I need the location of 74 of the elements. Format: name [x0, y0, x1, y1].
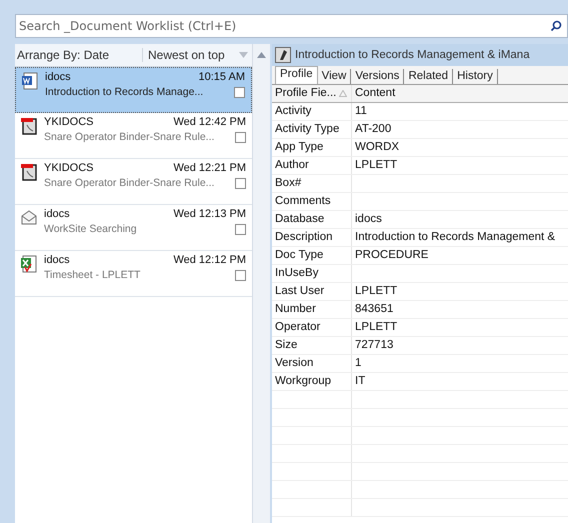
- item-source: idocs: [44, 254, 70, 266]
- field-value: PROCEDURE: [355, 249, 428, 261]
- field-value: LPLETT: [355, 159, 398, 171]
- field-name: Author: [272, 157, 352, 174]
- tab[interactable]: View: [318, 69, 352, 84]
- scroll-up-icon[interactable]: [257, 52, 266, 58]
- field-name: Box#: [272, 175, 352, 192]
- flag-checkbox[interactable]: [235, 270, 246, 280]
- item-time: 10:15 AM: [198, 71, 245, 83]
- field-name: Activity Type: [272, 121, 352, 138]
- document-item[interactable]: idocs 10:15 AM Introduction to Records Manage...: [15, 67, 252, 113]
- field-value: LPLETT: [355, 321, 398, 333]
- item-time: Wed 12:42 PM: [173, 116, 246, 128]
- item-source: YKIDOCS: [44, 116, 94, 128]
- item-title: Introduction to Records Manage...: [45, 86, 204, 98]
- item-source: idocs: [44, 208, 70, 220]
- field-value: 843651: [355, 303, 394, 315]
- column-header[interactable]: Content: [352, 85, 568, 102]
- item-title: Snare Operator Binder-Snare Rule...: [44, 131, 214, 143]
- arrange-by-label[interactable]: Arrange By: Date: [15, 48, 143, 62]
- field-value: LPLETT: [355, 285, 398, 297]
- item-title: Timesheet - LPLETT: [44, 269, 140, 281]
- document-item[interactable]: idocs Wed 12:12 PM Timesheet - LPLETT: [15, 251, 252, 297]
- field-value: AT-200: [355, 123, 392, 135]
- field-name: Description: [272, 229, 352, 246]
- preview-title: Introduction to Records Management & iMana: [295, 49, 530, 61]
- field-value: WORDX: [355, 141, 400, 153]
- tab[interactable]: Versions: [351, 69, 404, 84]
- document-item[interactable]: YKIDOCS Wed 12:42 PM Snare Operator Binder-Snare Rule...: [15, 113, 252, 159]
- field-name: Comments: [272, 193, 352, 210]
- tab[interactable]: History: [453, 69, 498, 84]
- document-type-icon: [275, 47, 291, 63]
- item-source: idocs: [45, 71, 71, 83]
- item-source: YKIDOCS: [44, 162, 94, 174]
- envelope-icon: [20, 209, 38, 227]
- field-value: Introduction to Records Management &: [355, 231, 556, 243]
- item-time: Wed 12:12 PM: [173, 254, 246, 266]
- sort-icon: [339, 90, 347, 97]
- item-title: Snare Operator Binder-Snare Rule...: [44, 177, 214, 189]
- field-name: Operator: [272, 319, 352, 336]
- document-item[interactable]: YKIDOCS Wed 12:21 PM Snare Operator Binder-Snare Rule...: [15, 159, 252, 205]
- search-field[interactable]: Search _Document Worklist (Ctrl+E): [15, 14, 568, 38]
- word-document-icon: [21, 72, 39, 90]
- pdf-document-icon: [20, 117, 38, 135]
- field-name: Version: [272, 355, 352, 372]
- field-value: idocs: [355, 213, 382, 225]
- field-name: Workgroup: [272, 373, 352, 390]
- field-name: Last User: [272, 283, 352, 300]
- field-value: 727713: [355, 339, 394, 351]
- pdf-document-icon: [20, 163, 38, 181]
- field-name: Doc Type: [272, 247, 352, 264]
- document-item[interactable]: idocs Wed 12:13 PM WorkSite Searching: [15, 205, 252, 251]
- tab[interactable]: Related: [404, 69, 454, 84]
- field-value: 11: [355, 105, 367, 117]
- field-name: Number: [272, 301, 352, 318]
- field-name: InUseBy: [272, 265, 352, 282]
- field-value: 1: [355, 357, 362, 369]
- flag-checkbox[interactable]: [235, 178, 246, 188]
- flag-checkbox[interactable]: [235, 224, 246, 234]
- search-icon[interactable]: [550, 20, 562, 32]
- column-header[interactable]: Profile Fie...: [272, 85, 352, 102]
- field-value: IT: [355, 375, 366, 387]
- tab[interactable]: Profile: [275, 66, 318, 84]
- field-name: Database: [272, 211, 352, 228]
- flag-checkbox[interactable]: [235, 132, 246, 142]
- spreadsheet-icon: [20, 255, 38, 273]
- item-time: Wed 12:21 PM: [173, 162, 246, 174]
- field-name: App Type: [272, 139, 352, 156]
- sort-order-label[interactable]: Newest on top: [143, 48, 239, 62]
- field-name: Size: [272, 337, 352, 354]
- field-name: Activity: [272, 103, 352, 120]
- item-time: Wed 12:13 PM: [173, 208, 246, 220]
- item-title: WorkSite Searching: [44, 223, 137, 235]
- flag-checkbox[interactable]: [234, 86, 245, 98]
